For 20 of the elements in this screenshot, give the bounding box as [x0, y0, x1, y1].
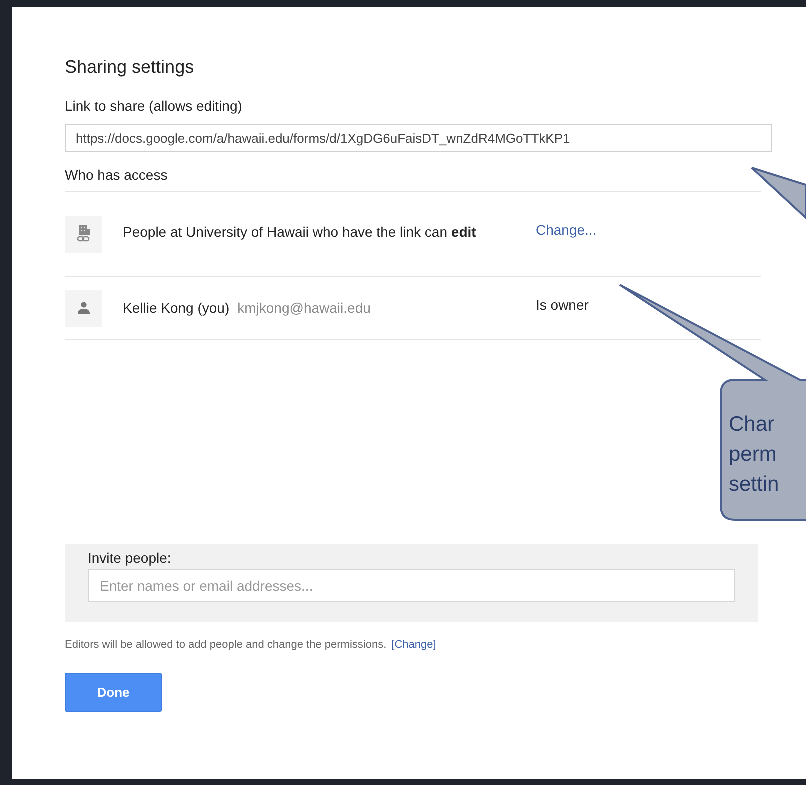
person-icon: [65, 290, 102, 326]
access-description: People at University of Hawaii who have the link can edit: [123, 222, 478, 242]
callout-text: settin: [729, 472, 780, 498]
invite-label: Invite people:: [88, 550, 172, 566]
person-name: Kellie Kong (you): [123, 300, 230, 316]
building-link-icon: [65, 216, 102, 252]
callout-text: perm: [729, 442, 778, 468]
link-field[interactable]: https://docs.google.com/a/hawaii.edu/forms/d/1XgDG6uFaisDT_wnZdR4MGoTTkKP1: [65, 124, 772, 152]
callout-pointer: [751, 167, 806, 220]
access-label: Who has access: [65, 167, 169, 183]
callout-text: Char: [729, 412, 776, 438]
change-link[interactable]: Change...: [536, 222, 597, 238]
editors-note: Editors will be allowed to add people and change the permissions.: [65, 639, 387, 651]
link-label: Link to share (allows editing): [65, 98, 244, 114]
invite-field[interactable]: Enter names or email addresses...: [88, 569, 735, 602]
person-email: kmjkong@hawaii.edu: [238, 300, 371, 316]
change-link[interactable]: [Change]: [392, 639, 436, 651]
done-button[interactable]: Done: [65, 673, 162, 712]
role-text: Is owner: [536, 297, 589, 313]
dialog-title: Sharing settings: [65, 57, 196, 78]
